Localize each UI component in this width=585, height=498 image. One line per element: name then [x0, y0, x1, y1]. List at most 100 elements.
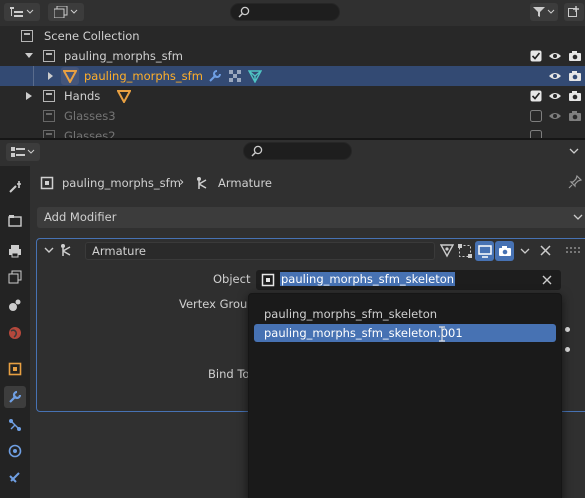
- clear-field-icon[interactable]: [542, 275, 552, 285]
- camera-icon[interactable]: [568, 49, 582, 63]
- properties-editor-icon: [11, 147, 25, 157]
- outliner-search-input[interactable]: [230, 3, 340, 21]
- tab-physics[interactable]: [4, 440, 26, 462]
- object-field[interactable]: pauling_morphs_sfm_skeleton: [256, 270, 561, 290]
- chevron-down-icon: [70, 9, 78, 14]
- tab-particles[interactable]: [4, 414, 26, 436]
- monitor-icon: [478, 245, 492, 258]
- dropdown-option-label: pauling_morphs_sfm_skeleton.001: [264, 326, 463, 340]
- realtime-toggle[interactable]: [475, 241, 494, 261]
- render-toggle[interactable]: [495, 241, 514, 261]
- vertex-group-label: Vertex Group: [179, 297, 255, 311]
- add-modifier-label: Add Modifier: [44, 210, 117, 224]
- render-icon: [8, 215, 22, 227]
- chevron-down-icon[interactable]: [569, 148, 579, 155]
- object-field-label: Object: [213, 272, 251, 286]
- chevron-down-icon: [573, 214, 583, 220]
- tool-icon: [9, 181, 21, 193]
- armature-modifier-icon: [197, 177, 207, 189]
- outliner-row-collection[interactable]: pauling_morphs_sfm: [0, 46, 585, 66]
- tree-line: [33, 66, 34, 86]
- edit-mode-icon[interactable]: [458, 244, 472, 258]
- outliner-row-scene-collection[interactable]: Scene Collection: [0, 26, 585, 46]
- tab-scene[interactable]: [4, 294, 26, 316]
- outliner-row-selected-object[interactable]: pauling_morphs_sfm: [0, 66, 585, 86]
- filter-view-dropdown[interactable]: [48, 3, 84, 21]
- scene-icon: [9, 299, 21, 311]
- eye-icon[interactable]: [548, 69, 562, 83]
- tab-constraints[interactable]: [4, 466, 26, 488]
- expand-right-icon[interactable]: [25, 92, 33, 100]
- search-icon: [238, 6, 250, 18]
- properties-search-input[interactable]: [243, 142, 352, 160]
- collection-box-icon: [21, 30, 33, 42]
- mesh-data-icon[interactable]: [248, 69, 262, 83]
- add-modifier-dropdown[interactable]: Add Modifier: [37, 207, 585, 228]
- tab-object[interactable]: [4, 358, 26, 380]
- camera-icon[interactable]: [568, 69, 582, 83]
- wrench-modifier-icon: [9, 390, 22, 403]
- eye-icon[interactable]: [548, 109, 562, 123]
- chevron-down-icon: [27, 149, 35, 154]
- outliner-panel: Scene Collection pauling_morphs_sfm paul…: [0, 0, 585, 138]
- outliner-row-hands[interactable]: Hands: [0, 86, 585, 106]
- on-cage-icon[interactable]: [440, 244, 454, 258]
- tab-tool[interactable]: [4, 176, 26, 198]
- constraints-icon: [9, 472, 20, 483]
- outliner-list-icon: [10, 7, 23, 17]
- view-layer-icon: [54, 6, 68, 18]
- drag-handle-icon[interactable]: [566, 247, 580, 255]
- tab-world[interactable]: [4, 322, 26, 344]
- filter-dropdown[interactable]: [530, 3, 558, 21]
- armature-modifier-icon: [61, 244, 71, 256]
- new-collection-button[interactable]: [564, 3, 584, 21]
- object-field-text-selected: pauling_morphs_sfm_skeleton: [280, 272, 456, 286]
- checkbox-checked-icon[interactable]: [530, 50, 542, 62]
- chevron-down-icon: [26, 9, 34, 14]
- wrench-modifier-icon[interactable]: [208, 69, 222, 83]
- display-mode-dropdown[interactable]: [4, 3, 40, 21]
- checkbox-empty-icon[interactable]: [530, 130, 542, 138]
- tab-modifiers[interactable]: [4, 386, 26, 408]
- eye-icon[interactable]: [548, 89, 562, 103]
- collection-box-icon: [43, 130, 55, 138]
- property-dot: [565, 347, 570, 352]
- chevron-down-icon[interactable]: [520, 248, 530, 255]
- close-icon[interactable]: [540, 245, 551, 256]
- outliner-row-glasses2[interactable]: Glasses2: [0, 126, 585, 138]
- selected-object-label: pauling_morphs_sfm: [84, 69, 203, 83]
- breadcrumb: pauling_morphs_sfm › Armature: [38, 173, 558, 193]
- expand-down-icon[interactable]: [25, 52, 33, 60]
- camera-icon[interactable]: [568, 89, 582, 103]
- outliner-row-glasses3[interactable]: Glasses3: [0, 106, 585, 126]
- outliner-header: [0, 0, 585, 26]
- bind-to-label: Bind To: [208, 367, 250, 381]
- glasses3-label: Glasses3: [64, 109, 116, 123]
- hands-label: Hands: [64, 89, 101, 103]
- dropdown-option-selected[interactable]: pauling_morphs_sfm_skeleton.001: [254, 324, 556, 342]
- tab-view-layer[interactable]: [4, 266, 26, 288]
- properties-editor: pauling_morphs_sfm › Armature Add Modifi…: [0, 140, 585, 498]
- modifier-name-field[interactable]: Armature: [85, 242, 435, 260]
- vertex-groups-icon[interactable]: [228, 69, 242, 83]
- eye-icon[interactable]: [548, 49, 562, 63]
- tab-render[interactable]: [4, 210, 26, 232]
- expand-right-icon[interactable]: [47, 72, 54, 80]
- camera-icon[interactable]: [568, 109, 582, 123]
- checkbox-empty-icon[interactable]: [530, 110, 542, 122]
- collapse-chevron-icon[interactable]: [44, 247, 54, 254]
- tab-output[interactable]: [4, 240, 26, 262]
- mesh-object-icon: [63, 70, 77, 83]
- breadcrumb-object: pauling_morphs_sfm: [62, 176, 181, 190]
- collection-box-icon: [43, 50, 55, 62]
- view-layer-icon: [8, 270, 22, 284]
- world-icon: [9, 327, 21, 339]
- modifier-name-text: Armature: [92, 244, 146, 258]
- editor-type-dropdown[interactable]: [6, 143, 40, 161]
- scene-collection-label: Scene Collection: [44, 29, 140, 43]
- dropdown-option[interactable]: pauling_morphs_sfm_skeleton: [254, 305, 556, 323]
- checkbox-checked-icon[interactable]: [530, 90, 542, 102]
- mesh-object-icon: [117, 90, 131, 103]
- properties-tab-bar: [0, 166, 30, 498]
- pin-icon[interactable]: [568, 175, 582, 189]
